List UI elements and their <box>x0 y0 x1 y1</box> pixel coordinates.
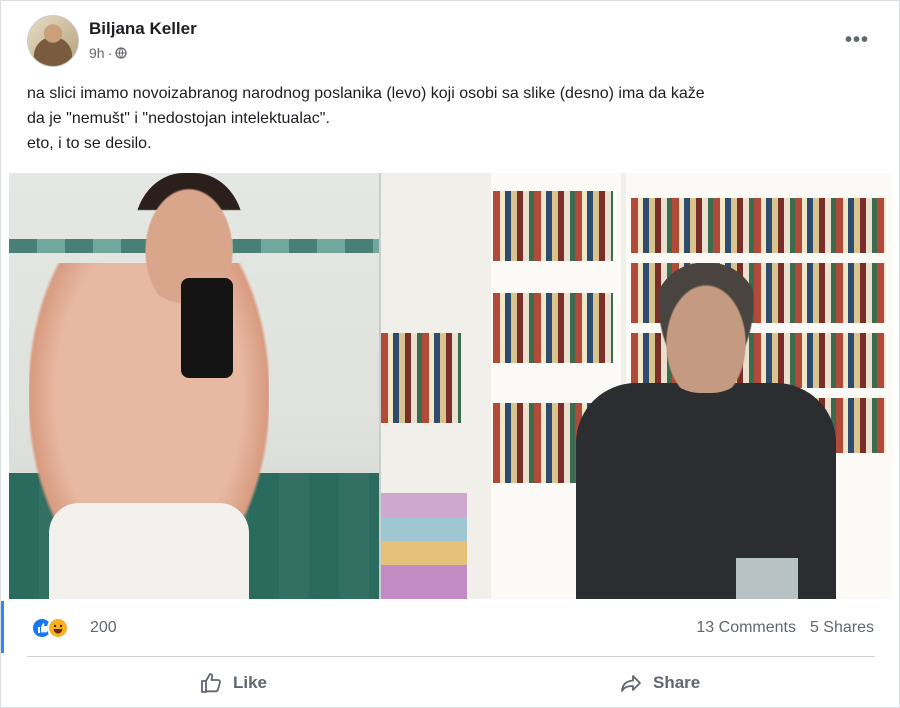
photo-right-bookshelves <box>381 173 893 599</box>
post-text-line: da je "nemušt" i "nedostojan intelektual… <box>27 110 330 127</box>
more-options-button[interactable]: ••• <box>845 29 869 52</box>
water-glass <box>736 558 798 599</box>
thumbs-up-icon <box>201 673 221 693</box>
books-row <box>631 198 886 253</box>
books-row <box>381 333 461 423</box>
post-text: na slici imamo novoizabranog narodnog po… <box>27 81 877 156</box>
haha-reaction-icon <box>47 617 69 639</box>
post-card: Biljana Keller 9h · ••• na slici imamo n… <box>0 0 900 708</box>
reaction-count[interactable]: 200 <box>90 619 117 637</box>
post-photo[interactable] <box>9 173 893 599</box>
author-name[interactable]: Biljana Keller <box>89 19 197 39</box>
share-button[interactable]: Share <box>619 669 700 697</box>
shares-count[interactable]: 5 Shares <box>810 619 874 637</box>
share-label: Share <box>653 673 701 692</box>
books-row <box>493 191 613 261</box>
reactions-bar: 200 13 Comments 5 Shares <box>1 601 900 653</box>
phone <box>181 278 233 378</box>
reaction-icons[interactable] <box>31 617 83 639</box>
like-label: Like <box>233 673 268 692</box>
like-button[interactable]: Like <box>199 669 267 697</box>
man-head <box>651 263 761 393</box>
actions-divider <box>27 656 875 657</box>
post-time[interactable]: 9h <box>89 45 105 61</box>
post-meta: 9h · <box>89 45 127 61</box>
globe-icon <box>115 47 127 59</box>
avatar[interactable] <box>27 15 79 67</box>
eyes-poster <box>381 493 467 599</box>
share-arrow-icon <box>621 675 641 692</box>
towel <box>49 503 249 599</box>
post-header: Biljana Keller 9h · ••• <box>27 15 877 67</box>
photo-left-mirror-selfie <box>9 173 379 599</box>
post-text-line: na slici imamo novoizabranog narodnog po… <box>27 85 705 102</box>
seated-man <box>576 263 836 599</box>
post-text-line: eto, i to se desilo. <box>27 135 152 152</box>
comments-count[interactable]: 13 Comments <box>696 619 796 637</box>
meta-separator: · <box>107 45 113 61</box>
